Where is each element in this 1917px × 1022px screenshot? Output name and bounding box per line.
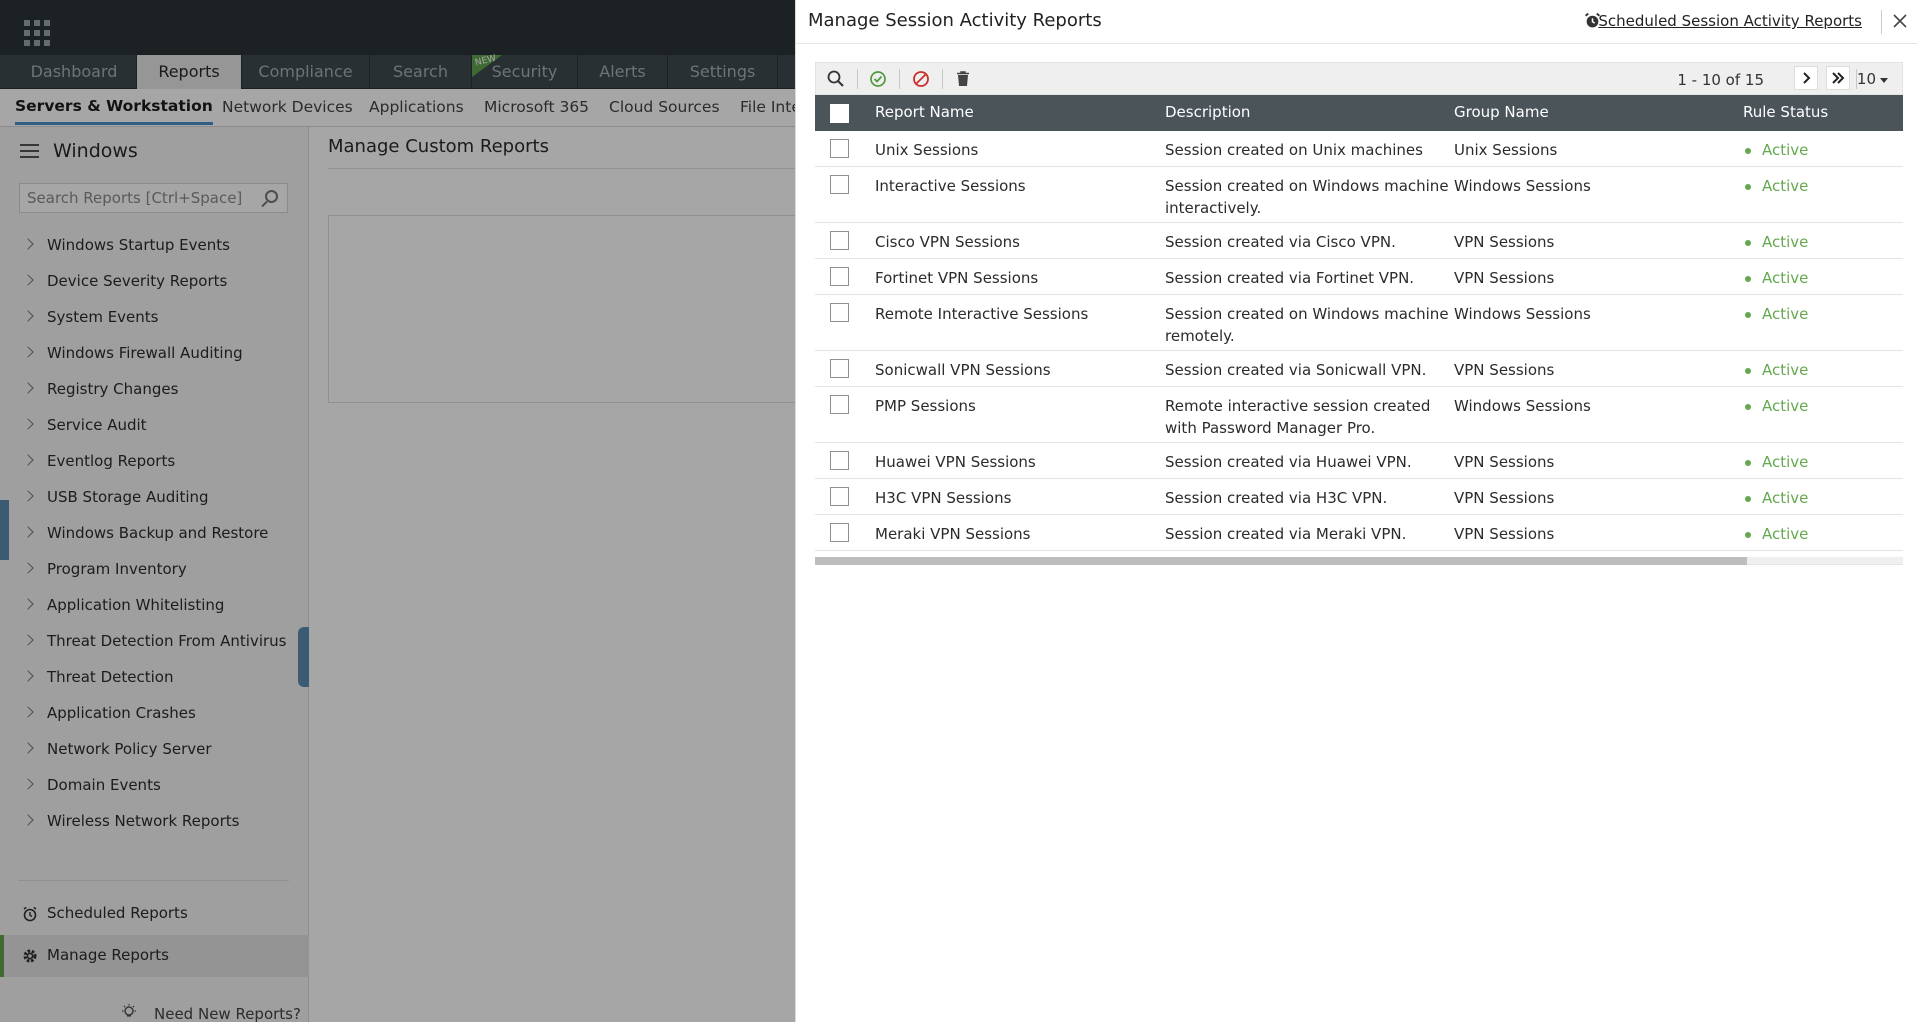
close-icon[interactable]	[1891, 12, 1909, 30]
status-badge: Active	[1745, 231, 1808, 253]
search-icon[interactable]	[826, 69, 846, 89]
cell-description: Session created on Unix machines	[1165, 141, 1423, 159]
table-row[interactable]: Unix Sessions Session created on Unix ma…	[815, 131, 1903, 167]
cell-description: Session created via Sonicwall VPN.	[1165, 361, 1427, 379]
toolbar-divider	[857, 69, 858, 89]
double-chevron-right-icon	[1832, 72, 1845, 84]
cell-description: Session created via Cisco VPN.	[1165, 233, 1396, 251]
cell-group-name: VPN Sessions	[1454, 269, 1555, 287]
cell-group-name: VPN Sessions	[1454, 525, 1555, 543]
cell-description: Session created via Fortinet VPN.	[1165, 269, 1415, 287]
cell-description: Session created via Huawei VPN.	[1165, 453, 1412, 471]
header-divider	[1881, 10, 1882, 34]
drawer-title: Manage Session Activity Reports	[808, 10, 1102, 31]
trash-icon[interactable]	[953, 69, 973, 89]
row-checkbox[interactable]	[830, 523, 849, 542]
table-row[interactable]: PMP Sessions Remote interactive session …	[815, 387, 1903, 443]
cell-group-name: Windows Sessions	[1454, 177, 1591, 195]
scrollbar-thumb[interactable]	[815, 557, 1747, 565]
table-row[interactable]: Cisco VPN Sessions Session created via C…	[815, 223, 1903, 259]
row-checkbox[interactable]	[830, 359, 849, 378]
table-row[interactable]: Remote Interactive Sessions Session crea…	[815, 295, 1903, 351]
table-header: Report Name Description Group Name Rule …	[815, 95, 1903, 131]
table-row[interactable]: Fortinet VPN Sessions Session created vi…	[815, 259, 1903, 295]
status-badge: Active	[1745, 451, 1808, 473]
cell-report-name: Unix Sessions	[875, 141, 979, 159]
cell-report-name: Sonicwall VPN Sessions	[875, 361, 1051, 379]
table-row[interactable]: Huawei VPN Sessions Session created via …	[815, 443, 1903, 479]
scheduled-session-reports-link[interactable]: Scheduled Session Activity Reports	[1598, 12, 1862, 30]
row-checkbox[interactable]	[830, 487, 849, 506]
row-checkbox[interactable]	[830, 451, 849, 470]
cell-report-name: Interactive Sessions	[875, 177, 1026, 195]
horizontal-scrollbar[interactable]	[815, 557, 1903, 565]
cell-report-name: Cisco VPN Sessions	[875, 233, 1020, 251]
row-checkbox[interactable]	[830, 139, 849, 158]
chevron-right-icon	[1803, 72, 1811, 84]
cell-report-name: Meraki VPN Sessions	[875, 525, 1031, 543]
column-header-group-name[interactable]: Group Name	[1454, 103, 1549, 121]
cell-group-name: Windows Sessions	[1454, 305, 1591, 323]
cell-group-name: VPN Sessions	[1454, 453, 1555, 471]
status-badge: Active	[1745, 359, 1808, 381]
cell-description: Session created on Windows machine remot…	[1165, 305, 1449, 345]
column-header-description[interactable]: Description	[1165, 103, 1250, 121]
cell-report-name: Remote Interactive Sessions	[875, 305, 1089, 323]
modal-backdrop[interactable]	[0, 0, 795, 1022]
cell-group-name: VPN Sessions	[1454, 233, 1555, 251]
cell-report-name: Huawei VPN Sessions	[875, 453, 1036, 471]
table-toolbar: 1 - 10 of 15 10	[815, 62, 1903, 95]
table-row[interactable]: Sonicwall VPN Sessions Session created v…	[815, 351, 1903, 387]
disable-icon[interactable]	[911, 69, 931, 89]
table-row[interactable]: H3C VPN Sessions Session created via H3C…	[815, 479, 1903, 515]
cell-description: Session created via H3C VPN.	[1165, 489, 1388, 507]
cell-group-name: Windows Sessions	[1454, 397, 1591, 415]
cell-description: Remote interactive session created with …	[1165, 397, 1431, 437]
status-badge: Active	[1745, 395, 1808, 417]
cell-group-name: VPN Sessions	[1454, 361, 1555, 379]
toolbar-divider	[899, 69, 900, 89]
page-size-select[interactable]: 10	[1857, 70, 1889, 88]
session-reports-drawer: Manage Session Activity Reports Schedule…	[795, 0, 1917, 1022]
next-page-button[interactable]	[1794, 66, 1818, 90]
enable-icon[interactable]	[868, 69, 888, 89]
drawer-header: Manage Session Activity Reports Schedule…	[796, 0, 1917, 44]
cell-report-name: Fortinet VPN Sessions	[875, 269, 1039, 287]
cell-description: Session created via Meraki VPN.	[1165, 525, 1407, 543]
row-checkbox[interactable]	[830, 303, 849, 322]
status-badge: Active	[1745, 139, 1808, 161]
column-header-report-name[interactable]: Report Name	[875, 103, 974, 121]
table-row[interactable]: Interactive Sessions Session created on …	[815, 167, 1903, 223]
status-badge: Active	[1745, 487, 1808, 509]
status-badge: Active	[1745, 267, 1808, 289]
status-badge: Active	[1745, 175, 1808, 197]
toolbar-divider	[942, 69, 943, 89]
pagination-range: 1 - 10 of 15	[1677, 71, 1764, 89]
row-checkbox[interactable]	[830, 175, 849, 194]
reports-table: Unix Sessions Session created on Unix ma…	[815, 131, 1903, 551]
status-badge: Active	[1745, 303, 1808, 325]
column-header-rule-status[interactable]: Rule Status	[1743, 103, 1828, 121]
cell-report-name: PMP Sessions	[875, 397, 976, 415]
table-row[interactable]: Meraki VPN Sessions Session created via …	[815, 515, 1903, 551]
row-checkbox[interactable]	[830, 267, 849, 286]
status-badge: Active	[1745, 523, 1808, 545]
cell-description: Session created on Windows machine inter…	[1165, 177, 1449, 217]
select-all-checkbox[interactable]	[830, 104, 849, 123]
last-page-button[interactable]	[1826, 66, 1850, 90]
cell-group-name: VPN Sessions	[1454, 489, 1555, 507]
cell-report-name: H3C VPN Sessions	[875, 489, 1012, 507]
row-checkbox[interactable]	[830, 395, 849, 414]
row-checkbox[interactable]	[830, 231, 849, 250]
cell-group-name: Unix Sessions	[1454, 141, 1558, 159]
